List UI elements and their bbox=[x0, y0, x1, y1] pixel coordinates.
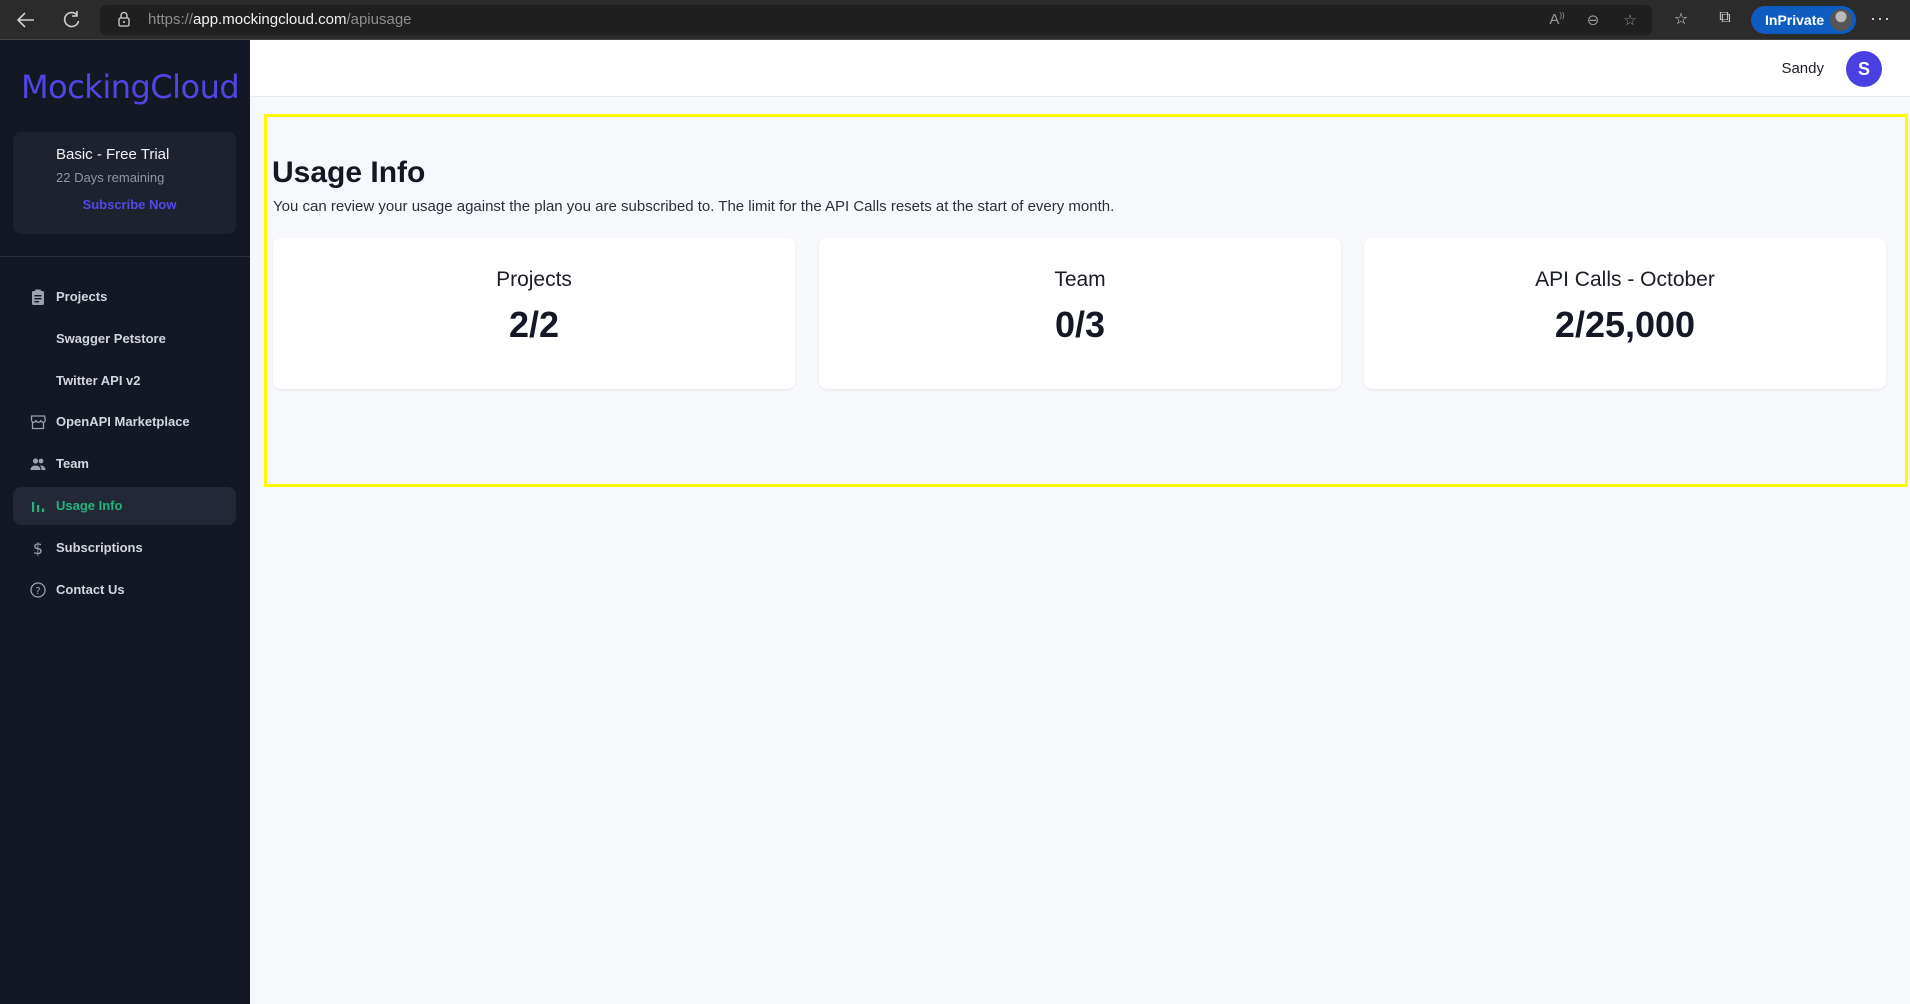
usage-card-value: 2/25,000 bbox=[1554, 304, 1696, 345]
usage-card-label: Projects bbox=[496, 268, 572, 291]
svg-text:$: $ bbox=[33, 540, 43, 556]
plan-card: Basic - Free Trial 22 Days remaining Sub… bbox=[13, 132, 236, 234]
help-circle-icon: ? bbox=[30, 582, 46, 598]
sidebar-item-twitter-api[interactable]: Twitter API v2 bbox=[13, 362, 236, 400]
address-bar[interactable]: https://app.mockingcloud.com/apiusage A)… bbox=[100, 5, 1652, 35]
usage-card-projects: Projects 2/2 bbox=[273, 238, 795, 389]
page-title: Usage Info bbox=[272, 156, 426, 189]
plan-days-remaining: 22 Days remaining bbox=[56, 170, 165, 185]
back-button[interactable] bbox=[14, 8, 38, 32]
top-header: Sandy S bbox=[250, 40, 1910, 97]
sidebar-item-label: Twitter API v2 bbox=[56, 373, 141, 388]
sidebar-item-openapi-marketplace[interactable]: OpenAPI Marketplace bbox=[13, 403, 236, 441]
url-text: https://app.mockingcloud.com/apiusage bbox=[148, 11, 412, 28]
clipboard-icon bbox=[32, 289, 44, 305]
zoom-out-icon[interactable]: ⊖ bbox=[1583, 11, 1603, 29]
refresh-icon bbox=[63, 11, 80, 28]
usage-card-label: Team bbox=[1054, 268, 1106, 291]
lock-icon bbox=[118, 11, 130, 27]
sidebar-item-team[interactable]: Team bbox=[13, 445, 236, 483]
sidebar-item-label: OpenAPI Marketplace bbox=[56, 414, 190, 429]
plan-title: Basic - Free Trial bbox=[56, 146, 170, 163]
url-path: /apiusage bbox=[346, 11, 412, 28]
profile-icon bbox=[1830, 9, 1852, 31]
refresh-button[interactable] bbox=[59, 8, 83, 32]
read-aloud-icon[interactable]: A)) bbox=[1547, 11, 1567, 28]
back-icon bbox=[16, 12, 34, 28]
inprivate-label: InPrivate bbox=[1765, 12, 1825, 28]
collections-icon[interactable]: ⧉ bbox=[1714, 9, 1736, 27]
sidebar-item-label: Subscriptions bbox=[56, 540, 143, 555]
avatar[interactable]: S bbox=[1846, 51, 1882, 87]
url-scheme: https:// bbox=[148, 11, 194, 28]
add-favorite-icon[interactable]: ☆ bbox=[1620, 11, 1640, 29]
sidebar-item-label: Swagger Petstore bbox=[56, 331, 166, 346]
favorites-icon[interactable]: ☆ bbox=[1670, 9, 1692, 29]
sidebar-divider bbox=[0, 256, 250, 257]
inprivate-button[interactable]: InPrivate bbox=[1751, 6, 1856, 34]
sidebar-item-label: Contact Us bbox=[56, 582, 125, 597]
svg-text:?: ? bbox=[35, 586, 40, 597]
bar-chart-icon bbox=[32, 502, 45, 512]
usage-card-team: Team 0/3 bbox=[819, 238, 1341, 389]
sidebar: MockingCloud Basic - Free Trial 22 Days … bbox=[0, 40, 250, 1004]
sidebar-item-swagger-petstore[interactable]: Swagger Petstore bbox=[13, 320, 236, 358]
store-icon bbox=[30, 415, 46, 430]
usage-card-value: 2/2 bbox=[508, 304, 560, 345]
usage-card-api-calls: API Calls - October 2/25,000 bbox=[1364, 238, 1886, 389]
sidebar-item-subscriptions[interactable]: $ Subscriptions bbox=[13, 529, 236, 567]
more-icon[interactable]: ··· bbox=[1870, 8, 1891, 29]
sidebar-item-label: Team bbox=[56, 456, 89, 471]
subscribe-now-link[interactable]: Subscribe Now bbox=[13, 197, 236, 212]
sidebar-item-label: Projects bbox=[56, 289, 108, 304]
page-description: You can review your usage against the pl… bbox=[273, 198, 1115, 215]
sidebar-item-contact-us[interactable]: ? Contact Us bbox=[13, 571, 236, 609]
sidebar-item-label: Usage Info bbox=[56, 498, 123, 513]
sidebar-item-usage-info[interactable]: Usage Info bbox=[13, 487, 236, 525]
sidebar-item-projects[interactable]: Projects bbox=[13, 278, 236, 316]
browser-toolbar: https://app.mockingcloud.com/apiusage A)… bbox=[0, 0, 1910, 40]
dollar-icon: $ bbox=[33, 540, 43, 556]
user-name[interactable]: Sandy bbox=[1781, 60, 1824, 77]
usage-card-value: 0/3 bbox=[1054, 304, 1106, 345]
usage-card-label: API Calls - October bbox=[1535, 268, 1715, 291]
logo[interactable]: MockingCloud bbox=[21, 68, 240, 106]
people-icon bbox=[30, 458, 46, 470]
url-host: app.mockingcloud.com bbox=[193, 11, 347, 28]
